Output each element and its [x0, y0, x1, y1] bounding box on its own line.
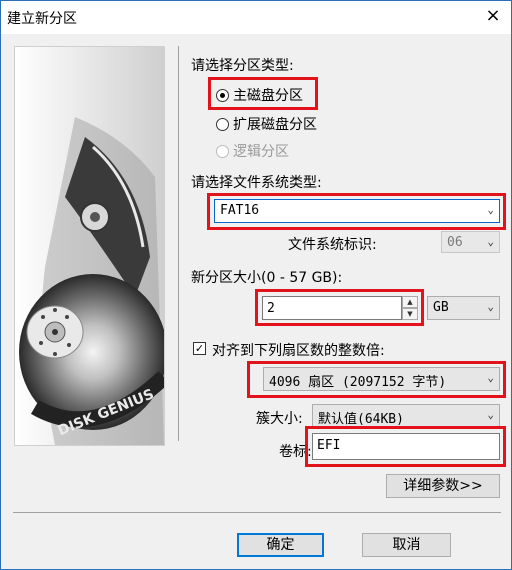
radio-unselected-icon — [216, 117, 229, 131]
partition-size-value: 2 — [267, 301, 275, 316]
spin-up-button[interactable]: ▲ — [402, 296, 418, 308]
align-sectors-value: 4096 扇区 (2097152 字节) — [269, 375, 447, 390]
radio-primary-label: 主磁盘分区 — [233, 88, 303, 104]
radio-selected-icon — [216, 88, 229, 102]
title-bar: 建立新分区 × — [1, 1, 511, 34]
radio-logical-partition: 逻辑分区 — [216, 141, 289, 161]
align-label: 对齐到下列扇区数的整数倍: — [212, 343, 385, 359]
new-partition-dialog: 建立新分区 × DISK GENIUS 请选择分区类型: 主磁盘分区 扩展磁盘分… — [0, 0, 512, 570]
chevron-down-icon: ⌄ — [487, 408, 494, 421]
spin-down-button[interactable]: ▼ — [402, 308, 418, 320]
horizontal-divider — [13, 512, 501, 513]
ok-button[interactable]: 确定 — [237, 533, 324, 557]
filesystem-id-value: 06 — [447, 235, 463, 250]
align-sectors-select[interactable]: 4096 扇区 (2097152 字节) ⌄ — [263, 367, 500, 391]
filesystem-type-label: 请选择文件系统类型: — [191, 175, 322, 191]
disk-genius-banner: DISK GENIUS — [14, 46, 165, 446]
filesystem-id-select: 06 ⌄ — [441, 231, 500, 253]
close-icon[interactable]: × — [483, 6, 503, 26]
chevron-down-icon: ⌄ — [487, 203, 494, 216]
cancel-button[interactable]: 取消 — [362, 533, 451, 557]
window-title: 建立新分区 — [7, 11, 77, 27]
partition-size-input[interactable]: 2 — [262, 296, 402, 320]
chevron-down-icon: ⌄ — [487, 371, 494, 384]
radio-extended-partition[interactable]: 扩展磁盘分区 — [216, 114, 317, 134]
details-button[interactable]: 详细参数>> — [386, 474, 500, 498]
partition-type-label: 请选择分区类型: — [191, 58, 294, 74]
filesystem-type-select[interactable]: FAT16 ⌄ — [214, 199, 500, 223]
cluster-size-value: 默认值(64KB) — [318, 412, 404, 427]
align-checkbox[interactable]: ✓ — [193, 342, 206, 355]
filesystem-id-label: 文件系统标识: — [288, 237, 377, 253]
chevron-down-icon: ⌄ — [487, 235, 494, 248]
volume-label-value: EFI — [317, 438, 341, 453]
radio-logical-label: 逻辑分区 — [233, 144, 289, 160]
volume-label-input[interactable]: EFI — [312, 433, 500, 460]
radio-extended-label: 扩展磁盘分区 — [233, 117, 317, 133]
cluster-size-select[interactable]: 默认值(64KB) ⌄ — [312, 404, 500, 428]
chevron-down-icon: ⌄ — [487, 300, 494, 313]
radio-disabled-icon — [216, 144, 229, 158]
partition-size-label: 新分区大小(0 - 57 GB): — [191, 270, 343, 286]
filesystem-type-value: FAT16 — [220, 203, 260, 218]
size-unit-value: GB — [433, 300, 449, 315]
size-unit-select[interactable]: GB ⌄ — [427, 296, 500, 320]
vertical-divider — [178, 46, 179, 441]
hard-disk-image: DISK GENIUS — [15, 47, 164, 445]
cluster-size-label: 簇大小: — [256, 411, 303, 427]
checkmark-icon: ✓ — [194, 342, 205, 355]
radio-primary-partition[interactable]: 主磁盘分区 — [216, 85, 303, 105]
